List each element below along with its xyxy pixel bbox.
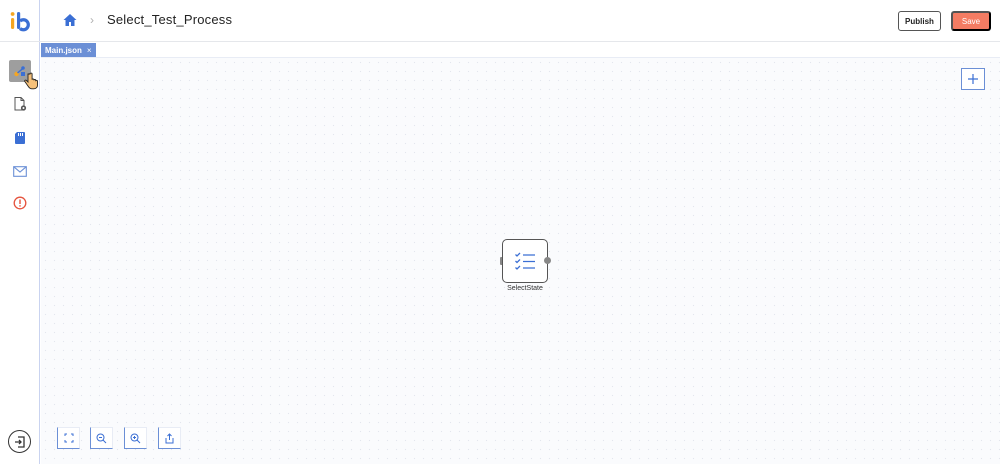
sd-card-icon <box>15 132 25 144</box>
save-button[interactable]: Save <box>951 11 991 31</box>
app-logo[interactable] <box>8 10 32 32</box>
sidebar-item-storage[interactable] <box>9 127 31 149</box>
fit-screen-icon <box>64 433 73 443</box>
zoom-out-button[interactable] <box>90 427 113 449</box>
node-output-port[interactable] <box>544 257 551 264</box>
process-title: Select_Test_Process <box>107 12 233 27</box>
node-label: SelectState <box>507 285 543 292</box>
sidebar-item-mail[interactable] <box>9 160 31 182</box>
mail-icon <box>13 165 27 177</box>
plus-icon <box>968 74 978 84</box>
alert-icon <box>13 196 27 210</box>
tab-close-icon[interactable]: × <box>87 46 92 55</box>
checklist-icon <box>515 252 535 270</box>
logout-button[interactable] <box>8 430 31 453</box>
publish-button[interactable]: Publish <box>898 11 941 31</box>
zoom-out-icon <box>96 433 107 443</box>
document-settings-icon <box>14 97 27 111</box>
add-node-button[interactable] <box>961 68 985 90</box>
sidebar-divider <box>0 41 40 42</box>
tab-label: Main.json <box>45 45 82 55</box>
tab-main-json[interactable]: Main.json × <box>41 43 96 57</box>
hand-cursor-icon <box>24 72 38 95</box>
export-icon <box>165 432 174 443</box>
breadcrumb-separator: › <box>90 13 94 27</box>
export-button[interactable] <box>158 427 181 449</box>
select-state-node[interactable] <box>502 239 548 283</box>
fit-screen-button[interactable] <box>57 427 80 449</box>
zoom-in-button[interactable] <box>124 427 147 449</box>
sidebar-item-document-settings[interactable] <box>9 93 31 115</box>
home-icon <box>63 14 77 26</box>
left-sidebar <box>0 0 40 464</box>
home-button[interactable] <box>62 12 78 28</box>
zoom-in-icon <box>130 433 141 443</box>
logout-icon <box>14 435 25 448</box>
sidebar-item-alerts[interactable] <box>9 192 31 214</box>
top-bar: › Select_Test_Process Publish Save <box>40 0 1000 42</box>
